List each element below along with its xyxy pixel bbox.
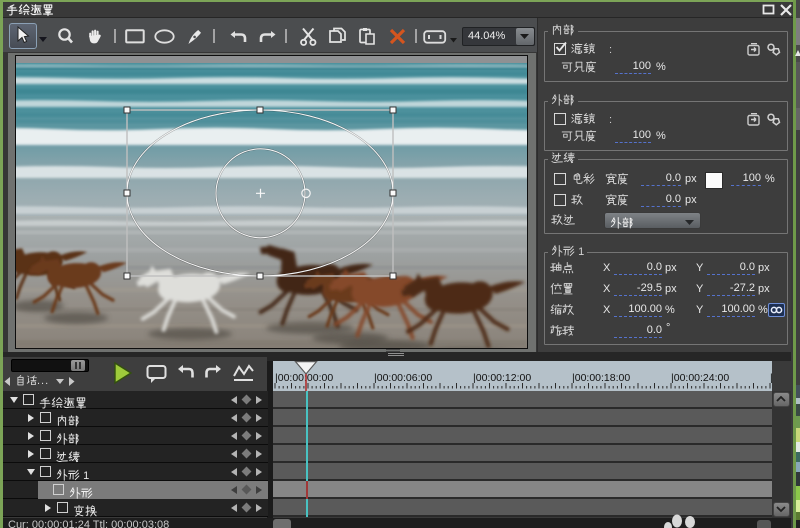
svg-text:|00:00:18:00: |00:00:18:00 (572, 372, 630, 384)
svg-text:|00:00:24:00: |00:00:24:00 (671, 372, 729, 384)
svg-text:|00:00:00:00: |00:00:00:00 (275, 372, 333, 384)
svg-text:|00:00:30:00: |00:00:30:00 (770, 372, 772, 384)
svg-text:|00:00:06:00: |00:00:06:00 (374, 372, 432, 384)
svg-text:|00:00:12:00: |00:00:12:00 (473, 372, 531, 384)
